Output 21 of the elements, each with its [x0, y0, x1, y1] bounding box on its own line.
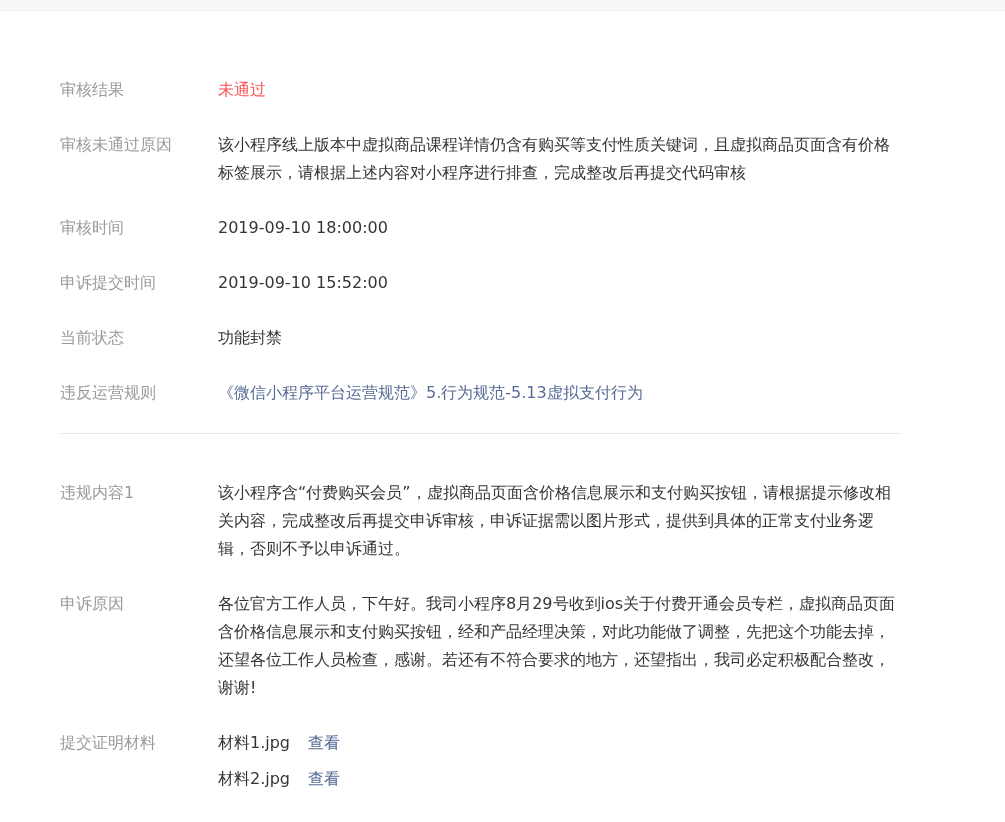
field-label: 违反运营规则: [60, 382, 157, 404]
field-label: 当前状态: [60, 327, 125, 349]
file-name: 材料2.jpg: [218, 768, 291, 790]
field-value: 该小程序含“付费购买会员”，虚拟商品页面含价格信息展示和支付购买按钮，请根据提示修改相关内容，完成整改后再提交申诉审核，申诉证据需以图片形式，提供到具体的正常支付业务逻辑，否则不予以申诉通过。: [218, 482, 892, 560]
field-label: 审核未通过原因: [60, 134, 173, 156]
view-link[interactable]: 查看: [308, 765, 341, 793]
field-value: 2019-09-10 15:52:00: [218, 272, 389, 294]
field-label: 审核结果: [60, 79, 125, 101]
rule-link[interactable]: 《微信小程序平台运营规范》5.行为规范-5.13虚拟支付行为: [218, 383, 643, 402]
field-label: 申诉提交时间: [60, 272, 157, 294]
field-value: 2019-09-10 18:00:00: [218, 217, 389, 239]
field-label: 审核时间: [60, 217, 125, 239]
field-label: 违规内容1: [60, 482, 136, 504]
file-name: 材料1.jpg: [218, 732, 291, 754]
field-value: 各位官方工作人员，下午好。我司小程序8月29号收到ios关于付费开通会员专栏，虚拟商品页面含价格信息展示和支付购买按钮，经和产品经理决策，对此功能做了调整，先把这个功能去掉，还望各位工作人员检查，感谢。若还有不符合要求的地方，还望指出，我司必定积极配合整改，谢谢!: [218, 593, 897, 699]
status-text: 未通过: [218, 79, 267, 101]
field-label: 提交证明材料: [60, 732, 157, 754]
field-label: 申诉原因: [60, 593, 125, 615]
field-value: 该小程序线上版本中虚拟商品课程详情仍含有购买等支付性质关键词，且虚拟商品页面含有价格标签展示，请根据上述内容对小程序进行排查，完成整改后再提交代码审核: [218, 134, 891, 184]
field-value: 功能封禁: [218, 327, 283, 349]
view-link[interactable]: 查看: [308, 729, 341, 757]
